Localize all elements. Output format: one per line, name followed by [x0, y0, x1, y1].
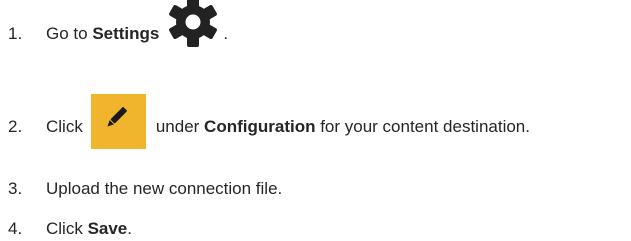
edit-pencil-icon: [90, 93, 146, 149]
step-3: 3. Upload the new connection file.: [0, 178, 282, 200]
step-text: for your content destination.: [315, 117, 530, 136]
step-number: 4.: [8, 219, 23, 238]
gear-icon: [167, 0, 219, 48]
step-1: 1. Go to Settings .: [0, 0, 229, 66]
step-text: Click: [46, 219, 88, 238]
step-number: 2.: [8, 117, 23, 136]
step-4: 4. Click Save .: [0, 218, 132, 240]
save-label: Save: [87, 219, 128, 238]
step-text: Upload the new connection file.: [46, 179, 283, 198]
step-text: Click: [46, 117, 83, 136]
configuration-label: Configuration: [204, 117, 316, 136]
step-text: under: [155, 117, 205, 136]
step-text: Go to: [46, 24, 93, 43]
settings-label: Settings: [92, 24, 160, 43]
step-number: 1.: [8, 24, 23, 43]
step-text: .: [127, 219, 132, 238]
step-number: 3.: [8, 179, 23, 198]
step-text: .: [223, 24, 229, 43]
step-2: 2. Click under Configuration for your co…: [0, 93, 530, 159]
